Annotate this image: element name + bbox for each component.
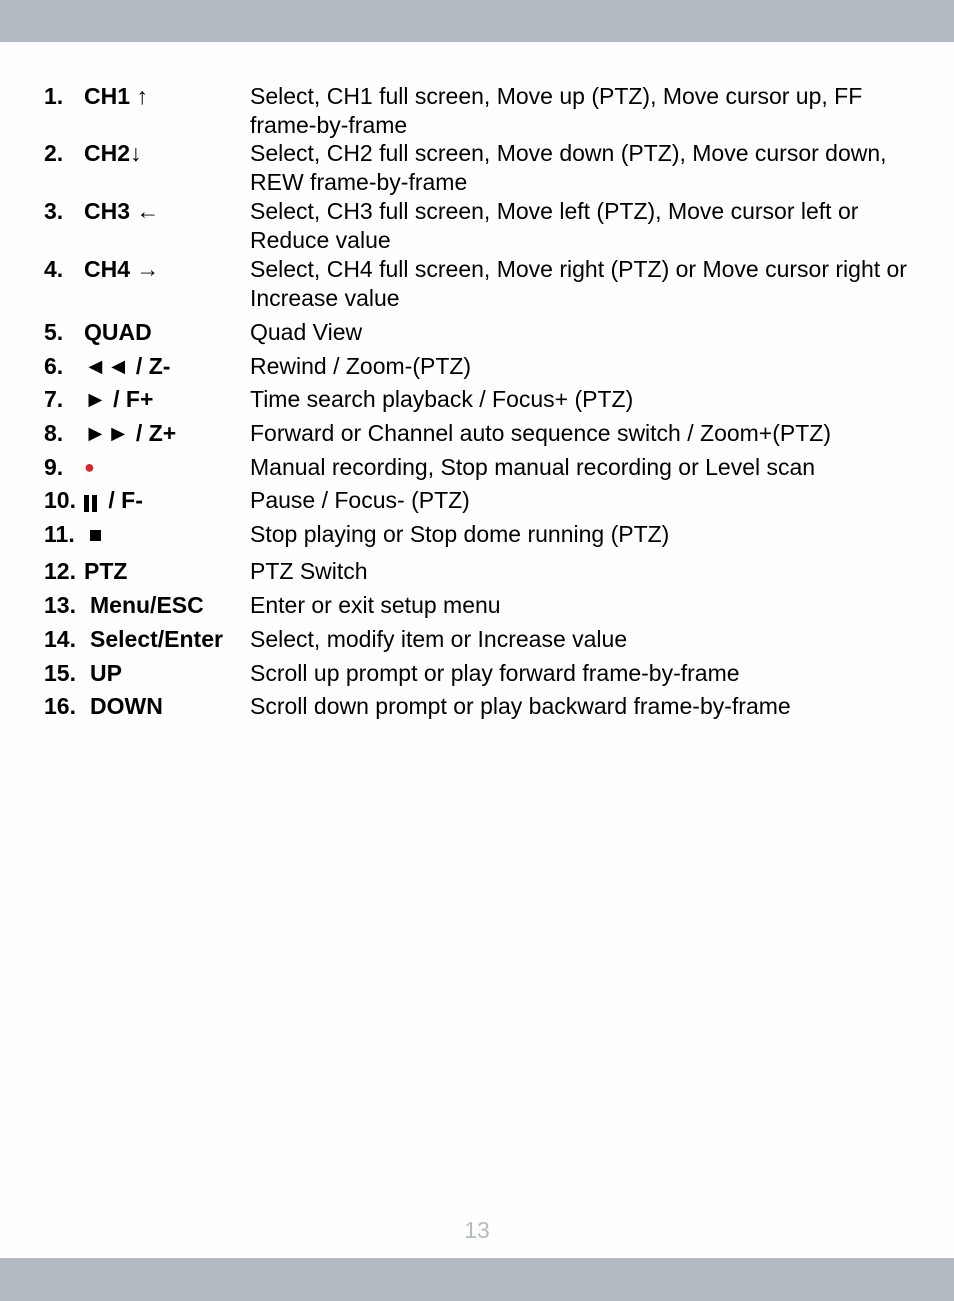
fast-forward-icon: ►► / Z+ — [84, 420, 177, 446]
stop-icon — [90, 530, 101, 541]
item-key: CH3 ← — [84, 197, 159, 226]
item-number: 1. — [44, 83, 64, 109]
arrow-left-icon: ← — [136, 198, 160, 224]
item-key: UP — [90, 660, 122, 686]
item-key: PTZ — [84, 558, 128, 584]
item-number: 2. — [44, 140, 64, 166]
item-key: CH1 ↑ — [84, 82, 148, 111]
item-number: 10. — [44, 487, 76, 513]
footer-bar — [0, 1258, 954, 1301]
item-number: 11. — [44, 521, 75, 547]
arrow-right-icon: → — [136, 256, 160, 282]
pause-icon — [84, 490, 100, 519]
item-number: 5. — [44, 319, 64, 345]
item-key: QUAD — [84, 319, 152, 345]
item-key: CH4 → — [84, 255, 159, 284]
item-number: 14. — [44, 626, 76, 652]
item-key: DOWN — [90, 693, 163, 719]
arrow-down-icon: ↓ — [130, 140, 142, 166]
rewind-icon: ◄◄ / Z- — [84, 353, 171, 379]
item-description: Select, modify item or Increase value — [250, 626, 628, 652]
key-label: / F- — [108, 487, 143, 513]
item-number: 6. — [44, 353, 64, 379]
play-icon: ► / F+ — [84, 386, 154, 412]
item-description: Select, CH4 full screen, Move right (PTZ… — [250, 256, 907, 311]
item-description: Pause / Focus- (PTZ) — [250, 487, 470, 513]
record-icon: ● — [84, 457, 95, 477]
item-number: 13. — [44, 592, 76, 618]
item-key: Menu/ESC — [90, 592, 204, 618]
arrow-up-icon: ↑ — [136, 83, 148, 109]
key-label: CH1 — [84, 83, 131, 109]
item-description: Manual recording, Stop manual recording … — [250, 454, 816, 480]
key-label: CH3 — [84, 198, 131, 224]
key-label: CH4 — [84, 256, 131, 282]
item-description: PTZ Switch — [250, 558, 368, 584]
item-description: Enter or exit setup menu — [250, 592, 501, 618]
item-key — [84, 520, 101, 549]
item-description: Scroll down prompt or play backward fram… — [250, 693, 791, 719]
item-key: CH2↓ — [84, 139, 142, 168]
item-number: 16. — [44, 693, 76, 719]
item-key: / F- — [84, 486, 143, 519]
item-number: 4. — [44, 256, 64, 282]
page-number: 13 — [464, 1217, 490, 1243]
item-description: Scroll up prompt or play forward frame-b… — [250, 660, 740, 686]
item-description: Select, CH3 full screen, Move left (PTZ)… — [250, 198, 859, 253]
header-bar — [0, 0, 954, 42]
item-description: Time search playback / Focus+ (PTZ) — [250, 386, 634, 412]
item-number: 7. — [44, 386, 64, 412]
item-description: Select, CH2 full screen, Move down (PTZ)… — [250, 140, 887, 195]
item-key: Select/Enter — [90, 626, 223, 652]
item-number: 3. — [44, 198, 64, 224]
item-description: Quad View — [250, 319, 363, 345]
key-label: CH2 — [84, 140, 131, 166]
item-number: 15. — [44, 660, 76, 686]
item-number: 12. — [44, 558, 76, 584]
item-description: Rewind / Zoom-(PTZ) — [250, 353, 472, 379]
item-number: 8. — [44, 420, 64, 446]
item-description: Stop playing or Stop dome running (PTZ) — [250, 521, 670, 547]
item-description: Select, CH1 full screen, Move up (PTZ), … — [250, 83, 863, 138]
item-number: 9. — [44, 454, 64, 480]
item-description: Forward or Channel auto sequence switch … — [250, 420, 831, 446]
